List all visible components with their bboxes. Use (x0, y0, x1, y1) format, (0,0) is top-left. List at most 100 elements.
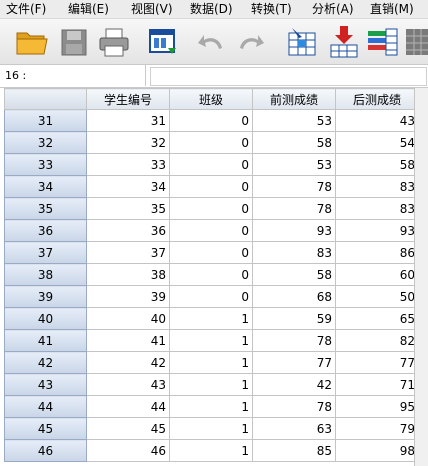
data-cell[interactable]: 1 (169, 373, 253, 396)
column-header-pretest[interactable]: 前测成绩 (252, 88, 336, 110)
data-cell[interactable]: 50 (335, 285, 419, 308)
menu-data[interactable]: 数据(D) (190, 1, 233, 17)
menu-file[interactable]: 文件(F) (6, 1, 46, 17)
data-cell[interactable]: 53 (252, 109, 336, 132)
column-header-class[interactable]: 班级 (169, 88, 253, 110)
data-cell[interactable]: 95 (335, 395, 419, 418)
data-cell[interactable]: 58 (252, 131, 336, 154)
data-cell[interactable]: 86 (335, 241, 419, 264)
row-number[interactable]: 43 (4, 373, 87, 396)
data-cell[interactable]: 58 (335, 153, 419, 176)
grid-icon[interactable] (404, 24, 428, 60)
row-number[interactable]: 41 (4, 329, 87, 352)
data-cell[interactable]: 78 (252, 395, 336, 418)
data-cell[interactable]: 1 (169, 417, 253, 440)
data-cell[interactable]: 44 (86, 395, 170, 418)
data-cell[interactable]: 1 (169, 351, 253, 374)
menu-view[interactable]: 视图(V) (131, 1, 173, 17)
data-cell[interactable]: 58 (252, 263, 336, 286)
save-icon[interactable] (56, 24, 92, 60)
cell-value-field[interactable] (150, 67, 427, 86)
row-number[interactable]: 35 (4, 197, 87, 220)
data-cell[interactable]: 78 (252, 175, 336, 198)
data-cell[interactable]: 35 (86, 197, 170, 220)
data-cell[interactable]: 59 (252, 307, 336, 330)
variables-icon[interactable] (364, 24, 400, 60)
data-cell[interactable]: 42 (252, 373, 336, 396)
data-cell[interactable]: 0 (169, 219, 253, 242)
data-cell[interactable]: 93 (335, 219, 419, 242)
data-cell[interactable]: 0 (169, 263, 253, 286)
data-cell[interactable]: 54 (335, 131, 419, 154)
data-cell[interactable]: 0 (169, 175, 253, 198)
redo-icon[interactable] (232, 24, 268, 60)
data-cell[interactable]: 0 (169, 285, 253, 308)
column-header-student-id[interactable]: 学生编号 (86, 88, 170, 110)
data-cell[interactable]: 36 (86, 219, 170, 242)
row-number[interactable]: 31 (4, 109, 87, 132)
row-number[interactable]: 46 (4, 439, 87, 462)
row-number[interactable]: 44 (4, 395, 87, 418)
data-cell[interactable]: 31 (86, 109, 170, 132)
data-cell[interactable]: 34 (86, 175, 170, 198)
data-cell[interactable]: 40 (86, 307, 170, 330)
data-cell[interactable]: 77 (252, 351, 336, 374)
data-cell[interactable]: 71 (335, 373, 419, 396)
data-cell[interactable]: 83 (335, 197, 419, 220)
data-cell[interactable]: 0 (169, 109, 253, 132)
data-cell[interactable]: 98 (335, 439, 419, 462)
data-cell[interactable]: 60 (335, 263, 419, 286)
menu-direct-marketing[interactable]: 直销(M) (370, 1, 414, 17)
row-number[interactable]: 39 (4, 285, 87, 308)
data-cell[interactable]: 0 (169, 131, 253, 154)
data-cell[interactable]: 42 (86, 351, 170, 374)
data-cell[interactable]: 65 (335, 307, 419, 330)
column-header-posttest[interactable]: 后测成绩 (335, 88, 419, 110)
row-number[interactable]: 42 (4, 351, 87, 374)
data-cell[interactable]: 78 (252, 329, 336, 352)
row-number[interactable]: 37 (4, 241, 87, 264)
data-cell[interactable]: 85 (252, 439, 336, 462)
print-icon[interactable] (96, 24, 132, 60)
data-cell[interactable]: 41 (86, 329, 170, 352)
goto-case-icon[interactable] (284, 24, 320, 60)
data-cell[interactable]: 1 (169, 439, 253, 462)
data-cell[interactable]: 39 (86, 285, 170, 308)
row-number[interactable]: 36 (4, 219, 87, 242)
data-cell[interactable]: 1 (169, 329, 253, 352)
undo-icon[interactable] (194, 24, 230, 60)
data-cell[interactable]: 37 (86, 241, 170, 264)
corner-cell[interactable] (4, 88, 87, 110)
data-cell[interactable]: 79 (335, 417, 419, 440)
data-cell[interactable]: 43 (335, 109, 419, 132)
data-cell[interactable]: 53 (252, 153, 336, 176)
menu-transform[interactable]: 转换(T) (251, 1, 292, 17)
insert-cases-icon[interactable] (326, 24, 362, 60)
row-number[interactable]: 34 (4, 175, 87, 198)
data-cell[interactable]: 33 (86, 153, 170, 176)
data-cell[interactable]: 1 (169, 395, 253, 418)
data-cell[interactable]: 78 (252, 197, 336, 220)
data-cell[interactable]: 83 (335, 175, 419, 198)
row-number[interactable]: 38 (4, 263, 87, 286)
row-number[interactable]: 32 (4, 131, 87, 154)
data-cell[interactable]: 0 (169, 241, 253, 264)
data-cell[interactable]: 32 (86, 131, 170, 154)
data-cell[interactable]: 1 (169, 307, 253, 330)
data-cell[interactable]: 0 (169, 197, 253, 220)
data-cell[interactable]: 63 (252, 417, 336, 440)
row-number[interactable]: 33 (4, 153, 87, 176)
row-number[interactable]: 40 (4, 307, 87, 330)
data-cell[interactable]: 68 (252, 285, 336, 308)
data-cell[interactable]: 83 (252, 241, 336, 264)
data-cell[interactable]: 46 (86, 439, 170, 462)
row-number[interactable]: 45 (4, 417, 87, 440)
data-cell[interactable]: 93 (252, 219, 336, 242)
data-cell[interactable]: 82 (335, 329, 419, 352)
data-cell[interactable]: 38 (86, 263, 170, 286)
menu-analyze[interactable]: 分析(A) (312, 1, 354, 17)
recall-dialog-icon[interactable] (146, 24, 182, 60)
data-cell[interactable]: 0 (169, 153, 253, 176)
menu-edit[interactable]: 编辑(E) (68, 1, 109, 17)
data-cell[interactable]: 43 (86, 373, 170, 396)
